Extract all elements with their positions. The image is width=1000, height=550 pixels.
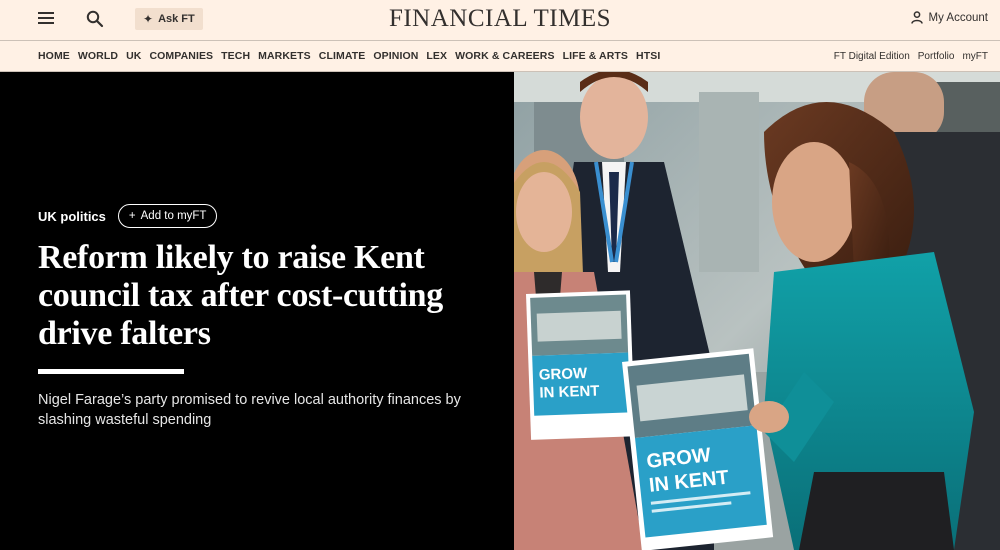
small-sign-text: GROW bbox=[539, 365, 589, 384]
nav-item-digital-edition[interactable]: FT Digital Edition bbox=[834, 51, 910, 62]
headline-line: Reform likely to raise Kent bbox=[38, 239, 425, 276]
standfirst-line: slashing wasteful spending bbox=[38, 412, 212, 428]
hero-text-panel: UK politics + Add to myFT Reform likely … bbox=[0, 72, 514, 550]
add-to-myft-button[interactable]: + Add to myFT bbox=[117, 204, 218, 228]
nav-item-work-careers[interactable]: WORK & CAREERS bbox=[455, 50, 554, 62]
ask-ft-button[interactable]: ✦ Ask FT bbox=[135, 8, 203, 30]
sparkle-icon: ✦ bbox=[143, 12, 154, 26]
article-headline[interactable]: Reform likely to raise Kent council tax … bbox=[38, 239, 498, 353]
headline-line: council tax after cost-cutting bbox=[38, 277, 443, 314]
hero-article: UK politics + Add to myFT Reform likely … bbox=[0, 72, 1000, 550]
headline-rule bbox=[38, 369, 184, 374]
menu-icon[interactable] bbox=[38, 11, 54, 25]
navigation-bar: HOME WORLD UK COMPANIES TECH MARKETS CLI… bbox=[0, 40, 1000, 72]
campaign-photo: GROW IN KENT GROW IN KENT bbox=[514, 72, 1000, 550]
primary-nav: HOME WORLD UK COMPANIES TECH MARKETS CLI… bbox=[38, 41, 660, 71]
my-account-label: My Account bbox=[928, 11, 988, 24]
topic-link[interactable]: UK politics bbox=[38, 209, 106, 224]
user-icon bbox=[910, 11, 923, 24]
nav-item-world[interactable]: WORLD bbox=[78, 50, 118, 62]
standfirst-line: Nigel Farage’s party promised to revive … bbox=[38, 392, 461, 408]
nav-item-opinion[interactable]: OPINION bbox=[373, 50, 418, 62]
add-to-myft-label: Add to myFT bbox=[140, 210, 207, 222]
article-standfirst: Nigel Farage’s party promised to revive … bbox=[38, 390, 478, 430]
masthead-logo[interactable]: FINANCIAL TIMES bbox=[389, 5, 611, 32]
nav-item-climate[interactable]: CLIMATE bbox=[319, 50, 366, 62]
nav-item-markets[interactable]: MARKETS bbox=[258, 50, 311, 62]
headline-line: drive falters bbox=[38, 315, 211, 352]
nav-item-htsi[interactable]: HTSI bbox=[636, 50, 660, 62]
nav-item-life-arts[interactable]: LIFE & ARTS bbox=[563, 50, 628, 62]
my-account-link[interactable]: My Account bbox=[910, 11, 988, 24]
plus-icon: + bbox=[128, 210, 136, 222]
topic-row: UK politics + Add to myFT bbox=[38, 204, 218, 228]
nav-item-tech[interactable]: TECH bbox=[221, 50, 250, 62]
nav-item-home[interactable]: HOME bbox=[38, 50, 70, 62]
nav-item-uk[interactable]: UK bbox=[126, 50, 141, 62]
ask-ft-label: Ask FT bbox=[158, 13, 195, 25]
search-icon[interactable] bbox=[86, 10, 104, 28]
top-bar: ✦ Ask FT FINANCIAL TIMES My Account bbox=[0, 0, 1000, 40]
nav-item-portfolio[interactable]: Portfolio bbox=[918, 51, 955, 62]
small-sign-text: IN KENT bbox=[539, 383, 600, 402]
nav-item-companies[interactable]: COMPANIES bbox=[149, 50, 213, 62]
nav-item-lex[interactable]: LEX bbox=[426, 50, 447, 62]
hero-photo[interactable]: GROW IN KENT GROW IN KENT bbox=[514, 72, 1000, 550]
secondary-nav: FT Digital Edition Portfolio myFT bbox=[834, 41, 988, 71]
nav-item-myft[interactable]: myFT bbox=[962, 51, 988, 62]
